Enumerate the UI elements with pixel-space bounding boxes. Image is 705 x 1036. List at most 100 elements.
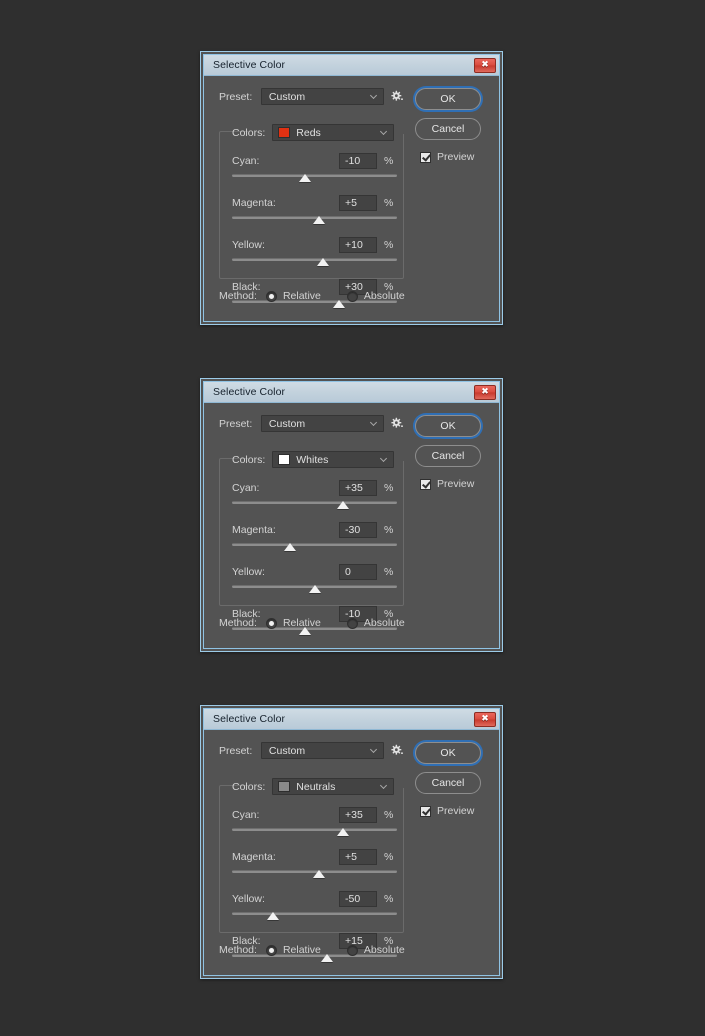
slider-thumb[interactable] — [267, 912, 280, 920]
radio-indicator — [346, 617, 358, 629]
dialog-inner-frame: Selective Color ✖ Preset: Custom Colors:… — [203, 54, 500, 322]
slider-value-input[interactable]: -30 — [339, 521, 377, 538]
percent-label: % — [384, 892, 394, 905]
ok-button[interactable]: OK — [415, 742, 481, 764]
slider-label: Magenta: — [232, 523, 276, 536]
color-swatch — [278, 454, 291, 465]
slider-track — [232, 828, 397, 831]
preset-label: Preset: — [219, 744, 253, 757]
method-radio-relative[interactable]: Relative — [265, 290, 321, 302]
preset-label: Preset: — [219, 90, 253, 103]
dialog-titlebar[interactable]: Selective Color ✖ — [204, 709, 499, 730]
cancel-button[interactable]: Cancel — [415, 445, 481, 467]
preset-select[interactable]: Custom — [260, 88, 384, 105]
cancel-button[interactable]: Cancel — [415, 118, 481, 140]
gear-icon[interactable] — [391, 744, 404, 757]
preset-select[interactable]: Custom — [260, 742, 384, 759]
colors-value: Whites — [296, 453, 329, 466]
colors-row: Colors: Reds — [232, 124, 395, 141]
dialog-titlebar[interactable]: Selective Color ✖ — [204, 55, 499, 76]
slider-thumb[interactable] — [283, 543, 296, 551]
slider-thumb[interactable] — [312, 216, 325, 224]
method-relative-label: Relative — [282, 290, 321, 302]
slider-thumb[interactable] — [336, 501, 349, 509]
action-column: OK Cancel Preview — [413, 742, 487, 817]
slider-value-input[interactable]: +5 — [339, 194, 377, 211]
method-radio-absolute[interactable]: Absolute — [346, 290, 405, 302]
method-radio-relative[interactable]: Relative — [265, 617, 321, 629]
slider-group: Cyan: +35 % — [232, 806, 397, 838]
checkbox-indicator — [420, 478, 431, 490]
percent-label: % — [384, 196, 394, 209]
slider-thumb[interactable] — [312, 870, 325, 878]
slider-thumb[interactable] — [336, 828, 349, 836]
colors-select[interactable]: Whites — [272, 451, 395, 468]
close-icon[interactable]: ✖ — [474, 57, 496, 73]
method-label: Method: — [219, 944, 257, 956]
slider-thumb[interactable] — [299, 174, 312, 182]
dialog-body: Preset: Custom — [204, 76, 499, 321]
gear-icon[interactable] — [391, 90, 404, 103]
slider-track-wrap[interactable] — [232, 172, 397, 184]
preset-value: Custom — [268, 744, 306, 757]
chevron-down-icon — [371, 746, 378, 753]
preset-select[interactable]: Custom — [260, 415, 384, 432]
preset-row: Preset: Custom — [204, 76, 404, 105]
preset-value: Custom — [268, 90, 306, 103]
method-radio-relative[interactable]: Relative — [265, 944, 321, 956]
radio-indicator — [265, 290, 277, 302]
slider-header: Yellow: -50 % — [232, 890, 397, 907]
slider-thumb[interactable] — [316, 258, 329, 266]
slider-value-input[interactable]: +35 — [339, 806, 377, 823]
slider-value-input[interactable]: +35 — [339, 479, 377, 496]
slider-header: Yellow: 0 % — [232, 563, 397, 580]
slider-thumb[interactable] — [308, 585, 321, 593]
slider-track-wrap[interactable] — [232, 499, 397, 511]
slider-group: Yellow: +10 % — [232, 236, 397, 268]
preview-checkbox[interactable]: Preview — [420, 478, 487, 490]
slider-value-input[interactable]: -50 — [339, 890, 377, 907]
slider-track-wrap[interactable] — [232, 826, 397, 838]
slider-track — [232, 912, 397, 915]
preview-checkbox[interactable]: Preview — [420, 805, 487, 817]
preset-label: Preset: — [219, 417, 253, 430]
slider-track-wrap[interactable] — [232, 256, 397, 268]
preview-checkbox[interactable]: Preview — [420, 151, 487, 163]
radio-indicator — [265, 944, 277, 956]
close-icon[interactable]: ✖ — [474, 384, 496, 400]
method-absolute-label: Absolute — [363, 944, 405, 956]
slider-track-wrap[interactable] — [232, 910, 397, 922]
method-row: Method: Relative Absolute — [219, 944, 431, 956]
slider-track-wrap[interactable] — [232, 541, 397, 553]
slider-header: Cyan: +35 % — [232, 806, 397, 823]
slider-track-wrap[interactable] — [232, 214, 397, 226]
gear-icon[interactable] — [391, 417, 404, 430]
slider-group: Cyan: -10 % — [232, 152, 397, 184]
method-radio-absolute[interactable]: Absolute — [346, 617, 405, 629]
close-glyph: ✖ — [481, 59, 489, 70]
slider-track-wrap[interactable] — [232, 583, 397, 595]
dialog-title: Selective Color — [213, 59, 286, 71]
preview-label: Preview — [437, 805, 475, 817]
chevron-down-icon — [381, 128, 388, 135]
preset-value: Custom — [268, 417, 306, 430]
dialog-titlebar[interactable]: Selective Color ✖ — [204, 382, 499, 403]
slider-track — [232, 543, 397, 546]
slider-track-wrap[interactable] — [232, 868, 397, 880]
slider-group: Cyan: +35 % — [232, 479, 397, 511]
colors-select[interactable]: Neutrals — [272, 778, 395, 795]
ok-button[interactable]: OK — [415, 415, 481, 437]
dialog-reds: Selective Color ✖ Preset: Custom Colors:… — [200, 51, 503, 325]
preset-row: Preset: Custom — [204, 403, 404, 432]
slider-label: Magenta: — [232, 196, 276, 209]
cancel-button[interactable]: Cancel — [415, 772, 481, 794]
colors-select[interactable]: Reds — [272, 124, 395, 141]
slider-value-input[interactable]: 0 — [339, 563, 377, 580]
slider-value-input[interactable]: -10 — [339, 152, 377, 169]
slider-value-input[interactable]: +5 — [339, 848, 377, 865]
close-icon[interactable]: ✖ — [474, 711, 496, 727]
chevron-down-icon — [381, 455, 388, 462]
slider-value-input[interactable]: +10 — [339, 236, 377, 253]
method-radio-absolute[interactable]: Absolute — [346, 944, 405, 956]
ok-button[interactable]: OK — [415, 88, 481, 110]
